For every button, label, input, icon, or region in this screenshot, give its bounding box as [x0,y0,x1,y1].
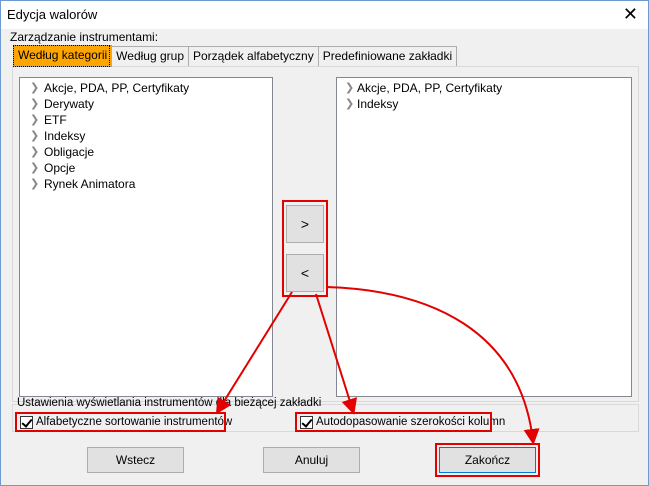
auto-column-width-label: Autodopasowanie szerokości kolumn [316,416,506,428]
list-item[interactable]: ❯ Obligacje [20,144,272,160]
tab-by-category[interactable]: Według kategorii [13,45,113,67]
tab-by-group[interactable]: Według grup [111,46,189,66]
chevron-right-icon[interactable]: ❯ [30,144,39,160]
window-title: Edycja walorów [7,7,98,22]
auto-column-width-checkbox[interactable] [300,415,313,429]
chevron-right-icon[interactable]: ❯ [30,96,39,112]
chevron-right-icon[interactable]: ❯ [345,96,354,112]
chevron-right-icon[interactable]: ❯ [30,80,39,96]
tab-predefined[interactable]: Predefiniowane zakładki [317,46,458,66]
back-button[interactable]: Wstecz [87,447,184,473]
list-item[interactable]: ❯ Akcje, PDA, PP, Certyfikaty [337,80,631,96]
settings-label: Ustawienia wyświetlania instrumentów dla… [17,397,322,409]
list-item[interactable]: ❯ Opcje [20,160,272,176]
chevron-right-icon[interactable]: ❯ [30,160,39,176]
chevron-right-icon[interactable]: ❯ [345,80,354,96]
tab-strip: Według kategorii Według grup Porządek al… [13,45,458,67]
add-instrument-button[interactable]: > [286,205,324,243]
list-item[interactable]: ❯ ETF [20,112,272,128]
list-item[interactable]: ❯ Indeksy [20,128,272,144]
finish-button[interactable]: Zakończ [439,447,536,473]
title-bar: Edycja walorów ✕ [1,1,648,29]
alphabetical-sort-checkbox-row[interactable]: Alfabetyczne sortowanie instrumentów [20,415,232,429]
close-icon[interactable]: ✕ [623,4,638,24]
tab-alphabetical[interactable]: Porządek alfabetyczny [188,46,319,66]
chevron-right-icon[interactable]: ❯ [30,128,39,144]
list-item[interactable]: ❯ Derywaty [20,96,272,112]
alphabetical-sort-label: Alfabetyczne sortowanie instrumentów [36,416,233,428]
chevron-right-icon[interactable]: ❯ [30,176,39,192]
remove-instrument-button[interactable]: < [286,254,324,292]
cancel-button[interactable]: Anuluj [263,447,360,473]
selected-instruments-list[interactable]: ❯ Akcje, PDA, PP, Certyfikaty ❯ Indeksy [336,77,632,397]
chevron-right-icon[interactable]: ❯ [30,112,39,128]
available-instruments-list[interactable]: ❯ Akcje, PDA, PP, Certyfikaty ❯ Derywaty ❯… [19,77,273,397]
list-item[interactable]: ❯ Indeksy [337,96,631,112]
list-item[interactable]: ❯ Rynek Animatora [20,176,272,192]
auto-column-width-checkbox-row[interactable]: Autodopasowanie szerokości kolumn [300,415,505,429]
list-item[interactable]: ❯ Akcje, PDA, PP, Certyfikaty [20,80,272,96]
alphabetical-sort-checkbox[interactable] [20,415,33,429]
management-label: Zarządzanie instrumentami: [10,30,159,44]
